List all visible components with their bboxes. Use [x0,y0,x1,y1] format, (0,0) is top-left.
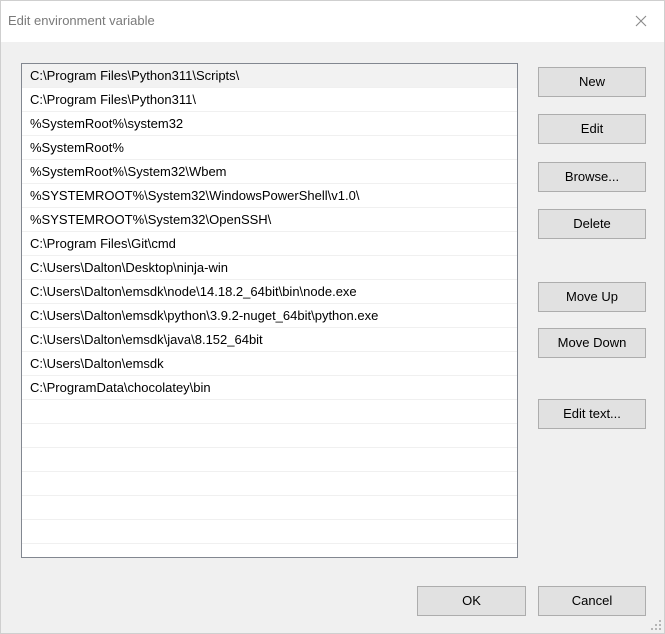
cancel-button[interactable]: Cancel [538,586,646,616]
close-button[interactable] [618,1,664,41]
move-down-button[interactable]: Move Down [538,328,646,358]
close-icon [635,15,647,27]
empty-path-row[interactable] [22,448,517,472]
empty-path-row[interactable] [22,400,517,424]
path-entry[interactable]: %SystemRoot%\system32 [22,112,517,136]
resize-grip-icon[interactable] [650,619,662,631]
empty-path-row[interactable] [22,496,517,520]
browse-button[interactable]: Browse... [538,162,646,192]
empty-path-row[interactable] [22,472,517,496]
path-entry[interactable]: C:\Users\Dalton\Desktop\ninja-win [22,256,517,280]
edit-text-button[interactable]: Edit text... [538,399,646,429]
path-entry[interactable]: C:\Program Files\Git\cmd [22,232,517,256]
path-list[interactable]: C:\Program Files\Python311\Scripts\ C:\Pr… [21,63,518,558]
title-bar: Edit environment variable [1,1,664,42]
delete-button[interactable]: Delete [538,209,646,239]
path-entry[interactable]: %SystemRoot%\System32\Wbem [22,160,517,184]
path-entry[interactable]: %SystemRoot% [22,136,517,160]
path-entry[interactable]: C:\Program Files\Python311\Scripts\ [22,64,517,88]
path-entry[interactable]: C:\Users\Dalton\emsdk\node\14.18.2_64bit… [22,280,517,304]
path-entry[interactable]: C:\ProgramData\chocolatey\bin [22,376,517,400]
edit-button[interactable]: Edit [538,114,646,144]
path-entry[interactable]: C:\Users\Dalton\emsdk\java\8.152_64bit [22,328,517,352]
path-entry[interactable]: C:\Users\Dalton\emsdk\python\3.9.2-nuget… [22,304,517,328]
new-button[interactable]: New [538,67,646,97]
edit-environment-variable-dialog: Edit environment variable C:\Program Fil… [0,0,665,634]
move-up-button[interactable]: Move Up [538,282,646,312]
window-title: Edit environment variable [8,13,155,28]
path-entry[interactable]: C:\Program Files\Python311\ [22,88,517,112]
empty-path-row[interactable] [22,520,517,544]
path-entry[interactable]: %SYSTEMROOT%\System32\WindowsPowerShell\… [22,184,517,208]
ok-button[interactable]: OK [417,586,526,616]
empty-path-row[interactable] [22,424,517,448]
path-entry[interactable]: C:\Users\Dalton\emsdk [22,352,517,376]
path-entry[interactable]: %SYSTEMROOT%\System32\OpenSSH\ [22,208,517,232]
